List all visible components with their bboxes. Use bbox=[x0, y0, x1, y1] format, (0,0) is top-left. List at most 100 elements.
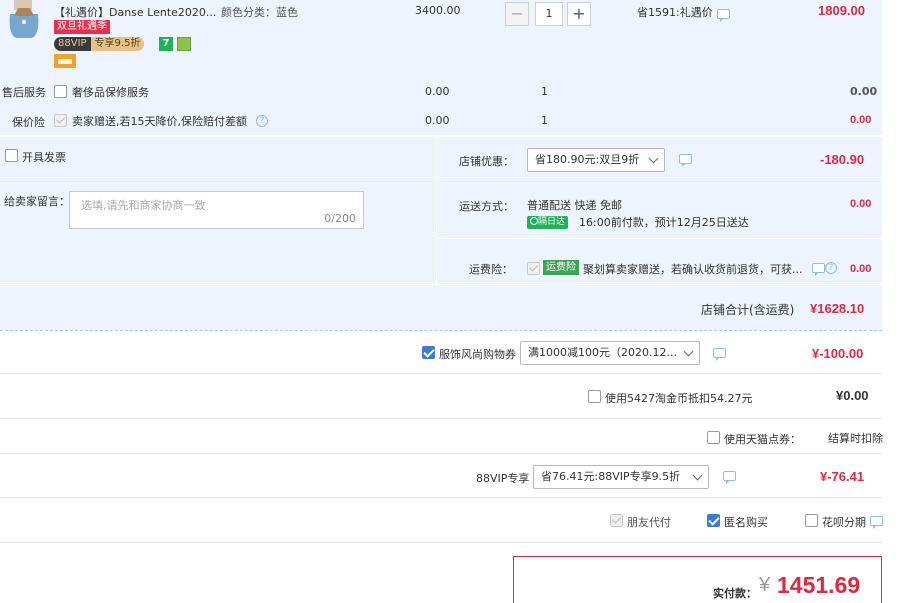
message-label: 给卖家留言： bbox=[4, 195, 70, 208]
shipping-method: 普通配送 快递 免邮 bbox=[527, 199, 622, 212]
taojinbi-checkbox[interactable] bbox=[588, 390, 601, 403]
saving-chat-icon[interactable] bbox=[717, 9, 730, 22]
price-protect-price: 0.00 bbox=[425, 114, 450, 127]
coupon-amount: ¥-100.00 bbox=[812, 346, 864, 361]
coupon-checkbox[interactable] bbox=[422, 346, 435, 359]
shop-discount-value: 省180.90元:双旦9折 bbox=[535, 153, 640, 166]
vip88-label: 88VIP专享 bbox=[476, 472, 530, 485]
coupon-label: 服饰风尚购物券 bbox=[439, 348, 516, 361]
chevron-down-icon bbox=[692, 470, 703, 481]
message-char-count: 0/200 bbox=[324, 212, 356, 225]
after-sale-total: 0.00 bbox=[850, 85, 878, 98]
saving-text: 省1591:礼遇价 bbox=[637, 6, 713, 19]
divider bbox=[0, 453, 882, 454]
huabei-chat-icon[interactable] bbox=[870, 516, 883, 529]
quantity-input[interactable]: 1 bbox=[535, 2, 563, 26]
after-sale-qty: 1 bbox=[541, 85, 548, 98]
shipping-label: 运送方式： bbox=[459, 200, 514, 213]
left-row-divider bbox=[0, 177, 436, 178]
shop-bottom-border bbox=[0, 330, 882, 331]
tmall-points-checkbox[interactable] bbox=[707, 431, 720, 444]
payment-label: 实付款： bbox=[713, 587, 757, 600]
shipping-amount: 0.00 bbox=[850, 198, 872, 210]
freight-insurance-amount: 0.00 bbox=[850, 263, 872, 275]
freight-help-icon[interactable]: ? bbox=[825, 262, 837, 274]
shop-total-amount: ¥1628.10 bbox=[810, 301, 865, 316]
unit-price: 3400.00 bbox=[415, 4, 461, 17]
tmall-points-label: 使用天猫点券： bbox=[724, 433, 801, 446]
huabei-label: 花呗分期 bbox=[822, 516, 866, 529]
freight-insurance-checkbox bbox=[527, 262, 540, 275]
divider bbox=[0, 373, 882, 374]
price-protect-help-icon[interactable]: ? bbox=[256, 115, 268, 127]
seven-day-return-icon: 7 bbox=[159, 37, 173, 51]
divider bbox=[0, 497, 882, 498]
next-day-badge-text: 隔日达 bbox=[538, 217, 566, 227]
taojinbi-amount: ¥0.00 bbox=[836, 388, 869, 403]
chevron-down-icon bbox=[683, 346, 694, 357]
guarantee-icon bbox=[177, 37, 191, 51]
vip88-amount: ¥-76.41 bbox=[820, 469, 865, 484]
invoice-checkbox[interactable] bbox=[5, 149, 18, 162]
vip88-chat-icon[interactable] bbox=[723, 471, 736, 484]
vip-label: 88VIP bbox=[54, 37, 91, 51]
message-textarea[interactable]: 选填,请先和商家协商一致 0/200 bbox=[69, 191, 364, 229]
friend-pay-label: 朋友代付 bbox=[627, 516, 671, 529]
price-protect-label: 保价险 bbox=[12, 116, 45, 129]
after-sale-service-name: 奢侈品保修服务 bbox=[72, 86, 149, 99]
after-sale-label: 售后服务 bbox=[2, 86, 46, 99]
shop-total-label: 店铺合计(含运费) bbox=[701, 303, 795, 317]
price-protect-checkbox bbox=[54, 114, 67, 127]
invoice-label: 开具发票 bbox=[22, 151, 66, 164]
after-sale-price: 0.00 bbox=[425, 85, 450, 98]
taojinbi-label: 使用5427淘金币抵扣54.27元 bbox=[605, 392, 753, 405]
payment-amount: 1451.69 bbox=[777, 572, 861, 598]
freight-insurance-label: 运费险： bbox=[469, 263, 513, 276]
shop-discount-chat-icon[interactable] bbox=[679, 154, 692, 167]
shop-discount-select[interactable]: 省180.90元:双旦9折 bbox=[527, 148, 665, 172]
shop-vertical-divider bbox=[436, 137, 437, 284]
product-spec: 颜色分类：蓝色 bbox=[221, 6, 298, 19]
right-row-divider-1 bbox=[437, 177, 882, 178]
freight-insurance-badge: 运费险 bbox=[543, 260, 579, 275]
friend-pay-checkbox bbox=[610, 514, 623, 527]
price-protect-desc: 卖家赠送,若15天降价,保险赔付差额 bbox=[72, 115, 247, 128]
anonymous-checkbox[interactable] bbox=[707, 514, 720, 527]
anonymous-label: 匿名购买 bbox=[724, 516, 768, 529]
price-protect-total: 0.00 bbox=[850, 114, 872, 126]
huabei-checkbox[interactable] bbox=[805, 514, 818, 527]
divider bbox=[0, 418, 882, 419]
coupon-select[interactable]: 满1000减100元（2020.12... bbox=[520, 341, 700, 365]
clock-icon bbox=[530, 217, 538, 225]
divider bbox=[0, 542, 882, 543]
message-placeholder: 选填,请先和商家协商一致 bbox=[81, 199, 206, 212]
credit-card-icon bbox=[54, 54, 76, 68]
festival-badge: 双旦礼遇季 bbox=[54, 20, 110, 34]
price-protect-qty: 1 bbox=[541, 114, 548, 127]
chevron-down-icon bbox=[648, 153, 659, 164]
shipping-eta: 16:00前付款，预计12月25日送达 bbox=[579, 216, 749, 229]
product-image[interactable] bbox=[4, 0, 44, 42]
vip-badge: 88VIP 专享9.5折 bbox=[54, 37, 145, 51]
payment-currency: ¥ bbox=[759, 574, 771, 596]
coupon-chat-icon[interactable] bbox=[713, 348, 726, 361]
tmall-points-note: 结算时扣除 bbox=[828, 432, 883, 445]
freight-insurance-text: 聚划算卖家赠送，若确认收货前退货，可获... bbox=[583, 263, 803, 276]
coupon-value: 满1000减100元（2020.12... bbox=[528, 346, 677, 359]
decrease-button[interactable]: − bbox=[505, 2, 529, 26]
vip-discount: 专享9.5折 bbox=[90, 37, 145, 51]
after-sale-checkbox[interactable] bbox=[54, 85, 67, 98]
product-title[interactable]: 【礼遇价】Danse Lente2020... bbox=[54, 4, 216, 20]
vip88-value: 省76.41元:88VIP专享9.5折 bbox=[541, 470, 681, 483]
shop-divider bbox=[0, 135, 882, 137]
increase-button[interactable]: + bbox=[567, 2, 591, 26]
shop-discount-amount: -180.90 bbox=[820, 152, 865, 167]
vip88-select[interactable]: 省76.41元:88VIP专享9.5折 bbox=[533, 465, 709, 489]
shop-total-divider bbox=[0, 284, 882, 285]
freight-chat-icon[interactable] bbox=[812, 263, 825, 276]
next-day-badge: 隔日达 bbox=[527, 216, 569, 229]
product-subtotal: 1809.00 bbox=[818, 3, 865, 18]
shop-discount-label: 店铺优惠： bbox=[459, 155, 514, 168]
quantity-stepper: − 1 + bbox=[505, 2, 591, 26]
right-row-divider-2 bbox=[437, 238, 882, 239]
